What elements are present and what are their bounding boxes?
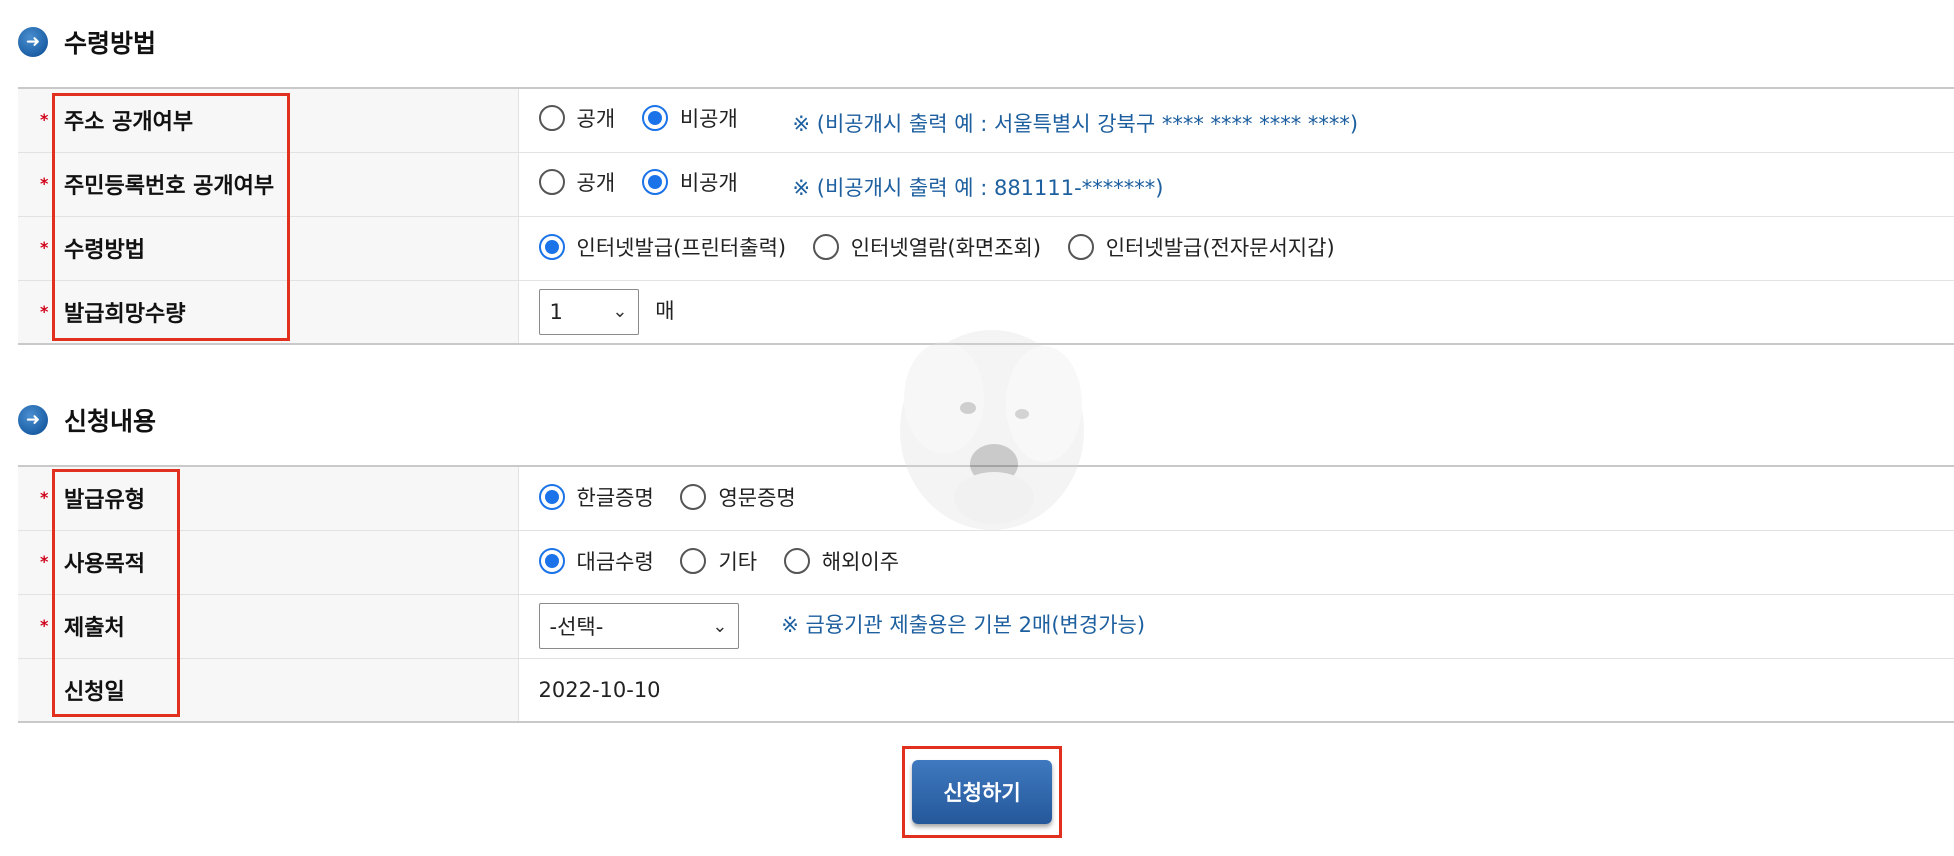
- section-title-text: 신청내용: [64, 407, 157, 436]
- rrn-disclosure-options: 공개 비공개 ※ (비공개시 출력 예 : 881111-*******): [518, 152, 1954, 216]
- required-mark: *: [40, 616, 49, 635]
- radio-rrn-public[interactable]: 공개: [538, 167, 615, 197]
- table-row: 신청일 2022-10-10: [18, 658, 1954, 722]
- required-mark: *: [40, 110, 49, 130]
- radio-circle[interactable]: [538, 483, 565, 510]
- radio-korean-cert[interactable]: 한글증명: [538, 482, 654, 512]
- radio-circle[interactable]: [680, 547, 707, 574]
- arrow-right-circle-icon: ➜: [18, 405, 48, 435]
- row-label-receipt-method: * 수령방법: [18, 216, 519, 280]
- radio-circle[interactable]: [538, 233, 565, 260]
- radio-internet-print[interactable]: 인터넷발급(프린터출력): [538, 232, 786, 262]
- chevron-down-icon: ⌄: [612, 301, 628, 323]
- arrow-right-circle-icon: ➜: [18, 27, 48, 57]
- issue-type-options: 한글증명 영문증명: [518, 466, 1954, 530]
- radio-circle[interactable]: [538, 547, 565, 574]
- row-label-quantity: * 발급희망수량: [18, 280, 519, 344]
- required-mark: *: [40, 488, 49, 508]
- table-row: * 수령방법 인터넷발급(프린터출력) 인터넷열람(화면조회) 인터넷발급(전자…: [18, 216, 1954, 280]
- radio-internet-view[interactable]: 인터넷열람(화면조회): [812, 232, 1041, 262]
- required-mark: *: [40, 238, 49, 257]
- required-mark: *: [40, 301, 49, 321]
- row-label-address-disclosure: * 주소 공개여부: [18, 88, 519, 152]
- radio-circle[interactable]: [538, 168, 565, 195]
- chevron-down-icon: ⌄: [712, 615, 728, 637]
- radio-circle[interactable]: [641, 168, 668, 195]
- highlight-box-submit: 신청하기: [902, 746, 1062, 838]
- section-title-application: ➜ 신청내용: [18, 402, 156, 438]
- radio-address-private[interactable]: 비공개: [641, 103, 738, 133]
- rrn-disclosure-note: ※ (비공개시 출력 예 : 881111-*******): [792, 175, 1164, 200]
- row-label-submit-to: * 제출처: [18, 594, 519, 658]
- receipt-method-options: 인터넷발급(프린터출력) 인터넷열람(화면조회) 인터넷발급(전자문서지갑): [518, 216, 1954, 280]
- radio-emigration[interactable]: 해외이주: [783, 546, 899, 576]
- submit-button[interactable]: 신청하기: [912, 760, 1052, 824]
- dog-face-watermark: [900, 330, 1084, 530]
- submit-to-cell: -선택- ⌄ ※ 금융기관 제출용은 기본 2매(변경가능): [518, 594, 1954, 658]
- address-disclosure-options: 공개 비공개 ※ (비공개시 출력 예 : 서울특별시 강북구 **** ***…: [518, 88, 1954, 152]
- submit-to-select[interactable]: -선택- ⌄: [538, 603, 739, 649]
- purpose-options: 대금수령 기타 해외이주: [518, 530, 1954, 594]
- submit-to-note: ※ 금융기관 제출용은 기본 2매(변경가능): [781, 613, 1146, 637]
- table-row: * 주소 공개여부 공개 비공개 ※ (비공개시 출력 예 : 서울특별시 강북…: [18, 88, 1954, 152]
- receipt-method-table: * 주소 공개여부 공개 비공개 ※ (비공개시 출력 예 : 서울특별시 강북…: [18, 87, 1954, 345]
- quantity-cell: 1 ⌄ 매: [518, 280, 1954, 344]
- radio-rrn-private[interactable]: 비공개: [641, 167, 738, 197]
- section-title-receipt: ➜ 수령방법: [18, 24, 156, 60]
- radio-circle[interactable]: [680, 483, 707, 510]
- radio-english-cert[interactable]: 영문증명: [680, 482, 796, 512]
- radio-circle[interactable]: [538, 104, 565, 131]
- table-row: * 주민등록번호 공개여부 공개 비공개 ※ (비공개시 출력 예 : 8811…: [18, 152, 1954, 216]
- radio-circle[interactable]: [1067, 233, 1094, 260]
- radio-payment-receipt[interactable]: 대금수령: [538, 546, 654, 576]
- radio-circle[interactable]: [641, 104, 668, 131]
- row-label-application-date: 신청일: [18, 658, 519, 722]
- required-mark: *: [40, 552, 49, 571]
- section-title-text: 수령방법: [64, 29, 157, 58]
- radio-internet-wallet[interactable]: 인터넷발급(전자문서지갑): [1067, 232, 1335, 262]
- required-mark: *: [40, 174, 49, 193]
- radio-circle[interactable]: [783, 547, 810, 574]
- radio-address-public[interactable]: 공개: [538, 103, 615, 133]
- row-label-purpose: * 사용목적: [18, 530, 519, 594]
- quantity-select[interactable]: 1 ⌄: [538, 288, 639, 335]
- row-label-rrn-disclosure: * 주민등록번호 공개여부: [18, 152, 519, 216]
- address-disclosure-note: ※ (비공개시 출력 예 : 서울특별시 강북구 **** **** **** …: [792, 111, 1359, 136]
- radio-other[interactable]: 기타: [680, 546, 757, 576]
- radio-circle[interactable]: [812, 233, 839, 260]
- application-date-value: 2022-10-10: [538, 677, 661, 702]
- table-row: * 제출처 -선택- ⌄ ※ 금융기관 제출용은 기본 2매(변경가능): [18, 594, 1954, 658]
- row-label-issue-type: * 발급유형: [18, 466, 519, 530]
- quantity-unit: 매: [655, 298, 675, 323]
